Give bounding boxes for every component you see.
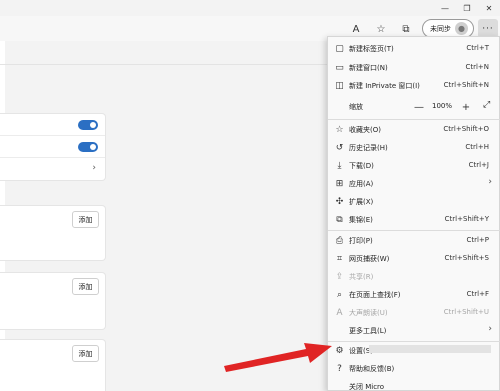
share-icon: ⇪	[335, 271, 344, 282]
settings-card-1: 添加	[0, 205, 106, 261]
inprivate-icon: ◫	[335, 80, 344, 91]
download-icon: ⤓	[337, 160, 342, 171]
fullscreen-icon[interactable]: ⤢	[483, 100, 490, 110]
menu-item-collections[interactable]: ⧉ 集锦(E) Ctrl+Shift+Y	[328, 211, 500, 229]
red-arrow-annotation	[224, 343, 332, 372]
menu-item-new-tab[interactable]: ▢ 新建标签页(T) Ctrl+T	[328, 40, 500, 58]
setting-row: 添加	[0, 340, 105, 372]
new-window-icon: ▭	[335, 62, 344, 73]
zoom-value: 100%	[432, 102, 453, 110]
menu-item-extensions[interactable]: ✣ 扩展(X)	[328, 193, 500, 211]
new-tab-icon: ▢	[335, 43, 344, 54]
menu-separator	[328, 119, 500, 120]
apps-icon: ⊞	[335, 178, 344, 189]
setting-row: 添加	[0, 206, 105, 238]
minimize-icon[interactable]: —	[434, 0, 456, 16]
settings-card-3: 添加	[0, 339, 106, 391]
setting-row[interactable]: ›	[0, 158, 105, 180]
setting-row	[0, 114, 105, 136]
menu-item-share: ⇪ 共享(R)	[335, 271, 374, 282]
web-capture-icon: ⌗	[336, 253, 343, 264]
read-aloud-icon: A	[336, 307, 343, 318]
menu-item-find-on-page[interactable]: ⌕ 在页面上查找(F) Ctrl+F	[328, 286, 500, 304]
print-icon: ⎙	[335, 235, 344, 246]
restore-icon[interactable]: ❐	[456, 0, 478, 16]
find-icon: ⌕	[336, 289, 343, 300]
menu-separator	[328, 230, 500, 231]
profile-label: 未同步	[430, 24, 451, 33]
chevron-right-icon: ›	[488, 324, 492, 334]
toggle-switch[interactable]	[78, 142, 98, 152]
menu-item-print[interactable]: ⎙ 打印(P) Ctrl+P	[328, 232, 500, 250]
settings-card-2: 添加	[0, 272, 106, 330]
collections-icon[interactable]: ⧉	[398, 21, 414, 37]
menu-item-downloads[interactable]: ⤓ 下载(D) Ctrl+J	[328, 157, 500, 175]
add-button[interactable]: 添加	[72, 345, 99, 362]
title-bar: — ❐ ✕	[0, 0, 500, 16]
menu-item-help[interactable]: ? 帮助和反馈(B)	[328, 360, 500, 378]
add-button[interactable]: 添加	[72, 278, 99, 295]
menu-item-new-inprivate[interactable]: ◫ 新建 InPrivate 窗口(I) Ctrl+Shift+N	[328, 77, 500, 95]
zoom-in-button[interactable]: +	[459, 99, 473, 115]
settings-highlight-bar	[369, 345, 491, 353]
favorites-icon: ☆	[335, 124, 344, 135]
zoom-out-button[interactable]: —	[412, 99, 426, 115]
chevron-right-icon: ›	[488, 177, 492, 187]
menu-item-more-tools[interactable]: 更多工具(L) ›	[328, 322, 500, 340]
read-aloud-icon[interactable]: A	[348, 21, 364, 37]
menu-item-read-aloud: A 大声朗读(U) Ctrl+Shift+U	[328, 304, 500, 322]
settings-and-more-menu: ▢ 新建标签页(T) Ctrl+T ▭ 新建窗口(N) Ctrl+N ◫ 新建 …	[327, 36, 500, 391]
favorites-star-icon[interactable]: ☆	[373, 21, 389, 37]
menu-item-history[interactable]: ↺ 历史记录(H) Ctrl+H	[328, 139, 500, 157]
menu-item-apps[interactable]: ⊞ 应用(A) ›	[328, 175, 500, 193]
close-icon[interactable]: ✕	[478, 0, 500, 16]
menu-item-web-capture[interactable]: ⌗ 网页捕获(W) Ctrl+Shift+S	[328, 250, 500, 268]
settings-card-toggles: ›	[0, 113, 106, 181]
chevron-right-icon: ›	[92, 163, 96, 173]
menu-item-new-window[interactable]: ▭ 新建窗口(N) Ctrl+N	[328, 59, 500, 77]
menu-item-favorites[interactable]: ☆ 收藏夹(O) Ctrl+Shift+O	[328, 121, 500, 139]
collections-icon: ⧉	[336, 214, 343, 225]
toggle-switch[interactable]	[78, 120, 98, 130]
setting-row	[0, 136, 105, 158]
menu-item-close[interactable]: 关闭 Micro	[328, 378, 500, 391]
extensions-icon: ✣	[335, 196, 344, 207]
history-icon: ↺	[335, 142, 344, 153]
zoom-row: 缩放 — 100% + ⤢	[328, 98, 500, 116]
avatar: ●	[455, 22, 468, 35]
setting-row: 添加	[0, 273, 105, 307]
add-button[interactable]: 添加	[72, 211, 99, 228]
